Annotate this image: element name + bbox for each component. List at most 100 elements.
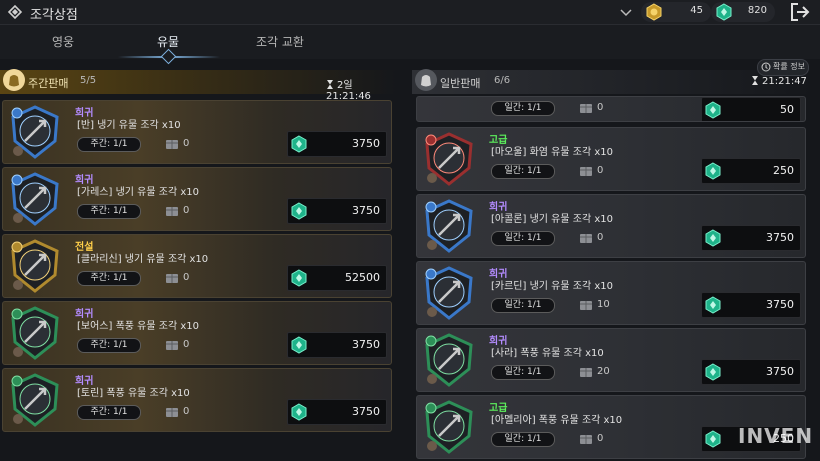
price-value: 3750: [352, 137, 380, 150]
active-tab-diamond: [160, 48, 177, 65]
green-gem-icon: [716, 3, 732, 21]
purchase-limit: 일간: 1/1: [491, 365, 555, 380]
owned-count: 10: [597, 299, 610, 310]
purchase-limit: 주간: 1/1: [77, 204, 141, 219]
item-name: [마오울] 화염 유물 조각 x10: [491, 147, 613, 158]
relic-emblem-icon: [11, 306, 59, 360]
inventory-box-icon: [166, 341, 178, 350]
inventory-box-icon: [166, 140, 178, 149]
green-gem-icon: [291, 403, 307, 421]
exit-icon[interactable]: [789, 2, 811, 22]
weekly-item-card[interactable]: 희귀 [토린] 폭풍 유물 조각 x10 주간: 1/1 0 3750: [2, 368, 392, 432]
green-gem-icon: [291, 202, 307, 220]
purchase-limit: 주간: 1/1: [77, 405, 141, 420]
owned-count: 0: [597, 165, 604, 176]
item-name: [아콜론] 냉기 유물 조각 x10: [491, 214, 613, 225]
green-gem-icon: [705, 101, 721, 119]
price-button[interactable]: 3750: [287, 198, 387, 224]
relic-emblem-icon: [11, 373, 59, 427]
price-value: 3750: [352, 405, 380, 418]
weekly-item-card[interactable]: 전설 [클라리신] 냉기 유물 조각 x10 주간: 1/1 0 52500: [2, 234, 392, 298]
tab-hero[interactable]: 영웅: [48, 33, 78, 50]
daily-sale-header: 일반판매 6/6 21:21:47: [412, 69, 812, 94]
item-name: [토린] 폭풍 유물 조각 x10: [77, 388, 190, 399]
gem-currency[interactable]: 820: [711, 2, 775, 22]
daily-item-card[interactable]: 희귀 [사라] 폭풍 유물 조각 x10 일간: 1/1 20 3750: [416, 328, 806, 392]
price-button[interactable]: 50: [701, 97, 801, 121]
price-button[interactable]: 52500: [287, 265, 387, 291]
tab-bar: 영웅 유물 조각 교환 확률 정보: [0, 25, 820, 76]
price-button[interactable]: 3750: [287, 131, 387, 157]
price-button[interactable]: 3750: [287, 332, 387, 358]
gold-currency[interactable]: 45: [641, 2, 711, 22]
item-name: [아멜리아] 폭풍 유물 조각 x10: [491, 415, 623, 426]
relic-emblem-icon: [425, 400, 473, 454]
price-button[interactable]: 3750: [701, 292, 801, 318]
daily-item-card[interactable]: 희귀 [아콜론] 냉기 유물 조각 x10 일간: 1/1 0 3750: [416, 194, 806, 258]
inventory-box-icon: [166, 274, 178, 283]
daily-item-card[interactable]: 희귀 [카르딘] 냉기 유물 조각 x10 일간: 1/1 10 3750: [416, 261, 806, 325]
green-gem-icon: [705, 162, 721, 180]
inventory-box-icon: [580, 167, 592, 176]
price-value: 3750: [352, 204, 380, 217]
price-button[interactable]: 3750: [701, 225, 801, 251]
inventory-box-icon: [580, 104, 592, 113]
green-gem-icon: [705, 430, 721, 448]
item-name: [보어스] 폭풍 유물 조각 x10: [77, 321, 199, 332]
item-name: [가레스] 냉기 유물 조각 x10: [77, 187, 199, 198]
green-gem-icon: [705, 363, 721, 381]
gem-amount: 820: [747, 5, 767, 16]
owned-count: 0: [597, 102, 604, 113]
owned-count: 0: [183, 205, 190, 216]
chevron-down-icon[interactable]: [620, 7, 632, 17]
purchase-limit: 일간: 1/1: [491, 432, 555, 447]
price-value: 3750: [766, 365, 794, 378]
item-name: [반] 냉기 유물 조각 x10: [77, 120, 181, 131]
price-button[interactable]: 250: [701, 158, 801, 184]
owned-count: 0: [183, 339, 190, 350]
owned-count: 20: [597, 366, 610, 377]
owned-count: 0: [183, 138, 190, 149]
purchase-limit: 일간: 1/1: [491, 231, 555, 246]
inventory-box-icon: [166, 408, 178, 417]
daily-item-card[interactable]: 고급 [마오울] 화염 유물 조각 x10 일간: 1/1 0 250: [416, 127, 806, 191]
green-gem-icon: [705, 229, 721, 247]
watermark-logo: INVEN: [738, 424, 814, 448]
relic-emblem-icon: [11, 239, 59, 293]
daily-item-card-partial[interactable]: 일간: 1/1 0 50: [416, 96, 806, 122]
price-value: 3750: [352, 338, 380, 351]
weekly-item-card[interactable]: 희귀 [보어스] 폭풍 유물 조각 x10 주간: 1/1 0 3750: [2, 301, 392, 365]
money-bag-icon: [415, 69, 437, 91]
purchase-limit: 주간: 1/1: [77, 338, 141, 353]
weekly-sale-header: 주간판매 5/5 2일 21:21:46: [0, 69, 396, 102]
price-button[interactable]: 3750: [701, 359, 801, 385]
price-value: 3750: [766, 298, 794, 311]
item-name: [카르딘] 냉기 유물 조각 x10: [491, 281, 613, 292]
weekly-sale-count: 5/5: [80, 75, 97, 86]
owned-count: 0: [597, 232, 604, 243]
owned-count: 0: [597, 433, 604, 444]
item-name: [사라] 폭풍 유물 조각 x10: [491, 348, 604, 359]
weekly-item-card[interactable]: 희귀 [반] 냉기 유물 조각 x10 주간: 1/1 0 3750: [2, 100, 392, 164]
price-value: 3750: [766, 231, 794, 244]
purchase-limit: 주간: 1/1: [77, 137, 141, 152]
price-value: 52500: [345, 271, 380, 284]
green-gem-icon: [291, 336, 307, 354]
tab-fragment-exchange[interactable]: 조각 교환: [250, 33, 310, 50]
relic-emblem-icon: [11, 172, 59, 226]
inventory-box-icon: [580, 435, 592, 444]
price-button[interactable]: 3750: [287, 399, 387, 425]
inventory-box-icon: [580, 301, 592, 310]
daily-sale-count: 6/6: [494, 75, 511, 86]
top-bar: 조각상점 45 820: [0, 0, 820, 25]
daily-sale-timer: 21:21:47: [751, 76, 807, 87]
weekly-item-card[interactable]: 희귀 [가레스] 냉기 유물 조각 x10 주간: 1/1 0 3750: [2, 167, 392, 231]
purchase-limit: 일간: 1/1: [491, 164, 555, 179]
page-title: 조각상점: [30, 8, 78, 23]
back-arrow-icon[interactable]: [6, 3, 24, 21]
owned-count: 0: [183, 406, 190, 417]
relic-emblem-icon: [425, 333, 473, 387]
money-bag-icon: [3, 69, 25, 91]
daily-sale-title: 일반판매: [440, 77, 481, 90]
daily-sale-timer-text: 21:21:47: [762, 76, 807, 87]
